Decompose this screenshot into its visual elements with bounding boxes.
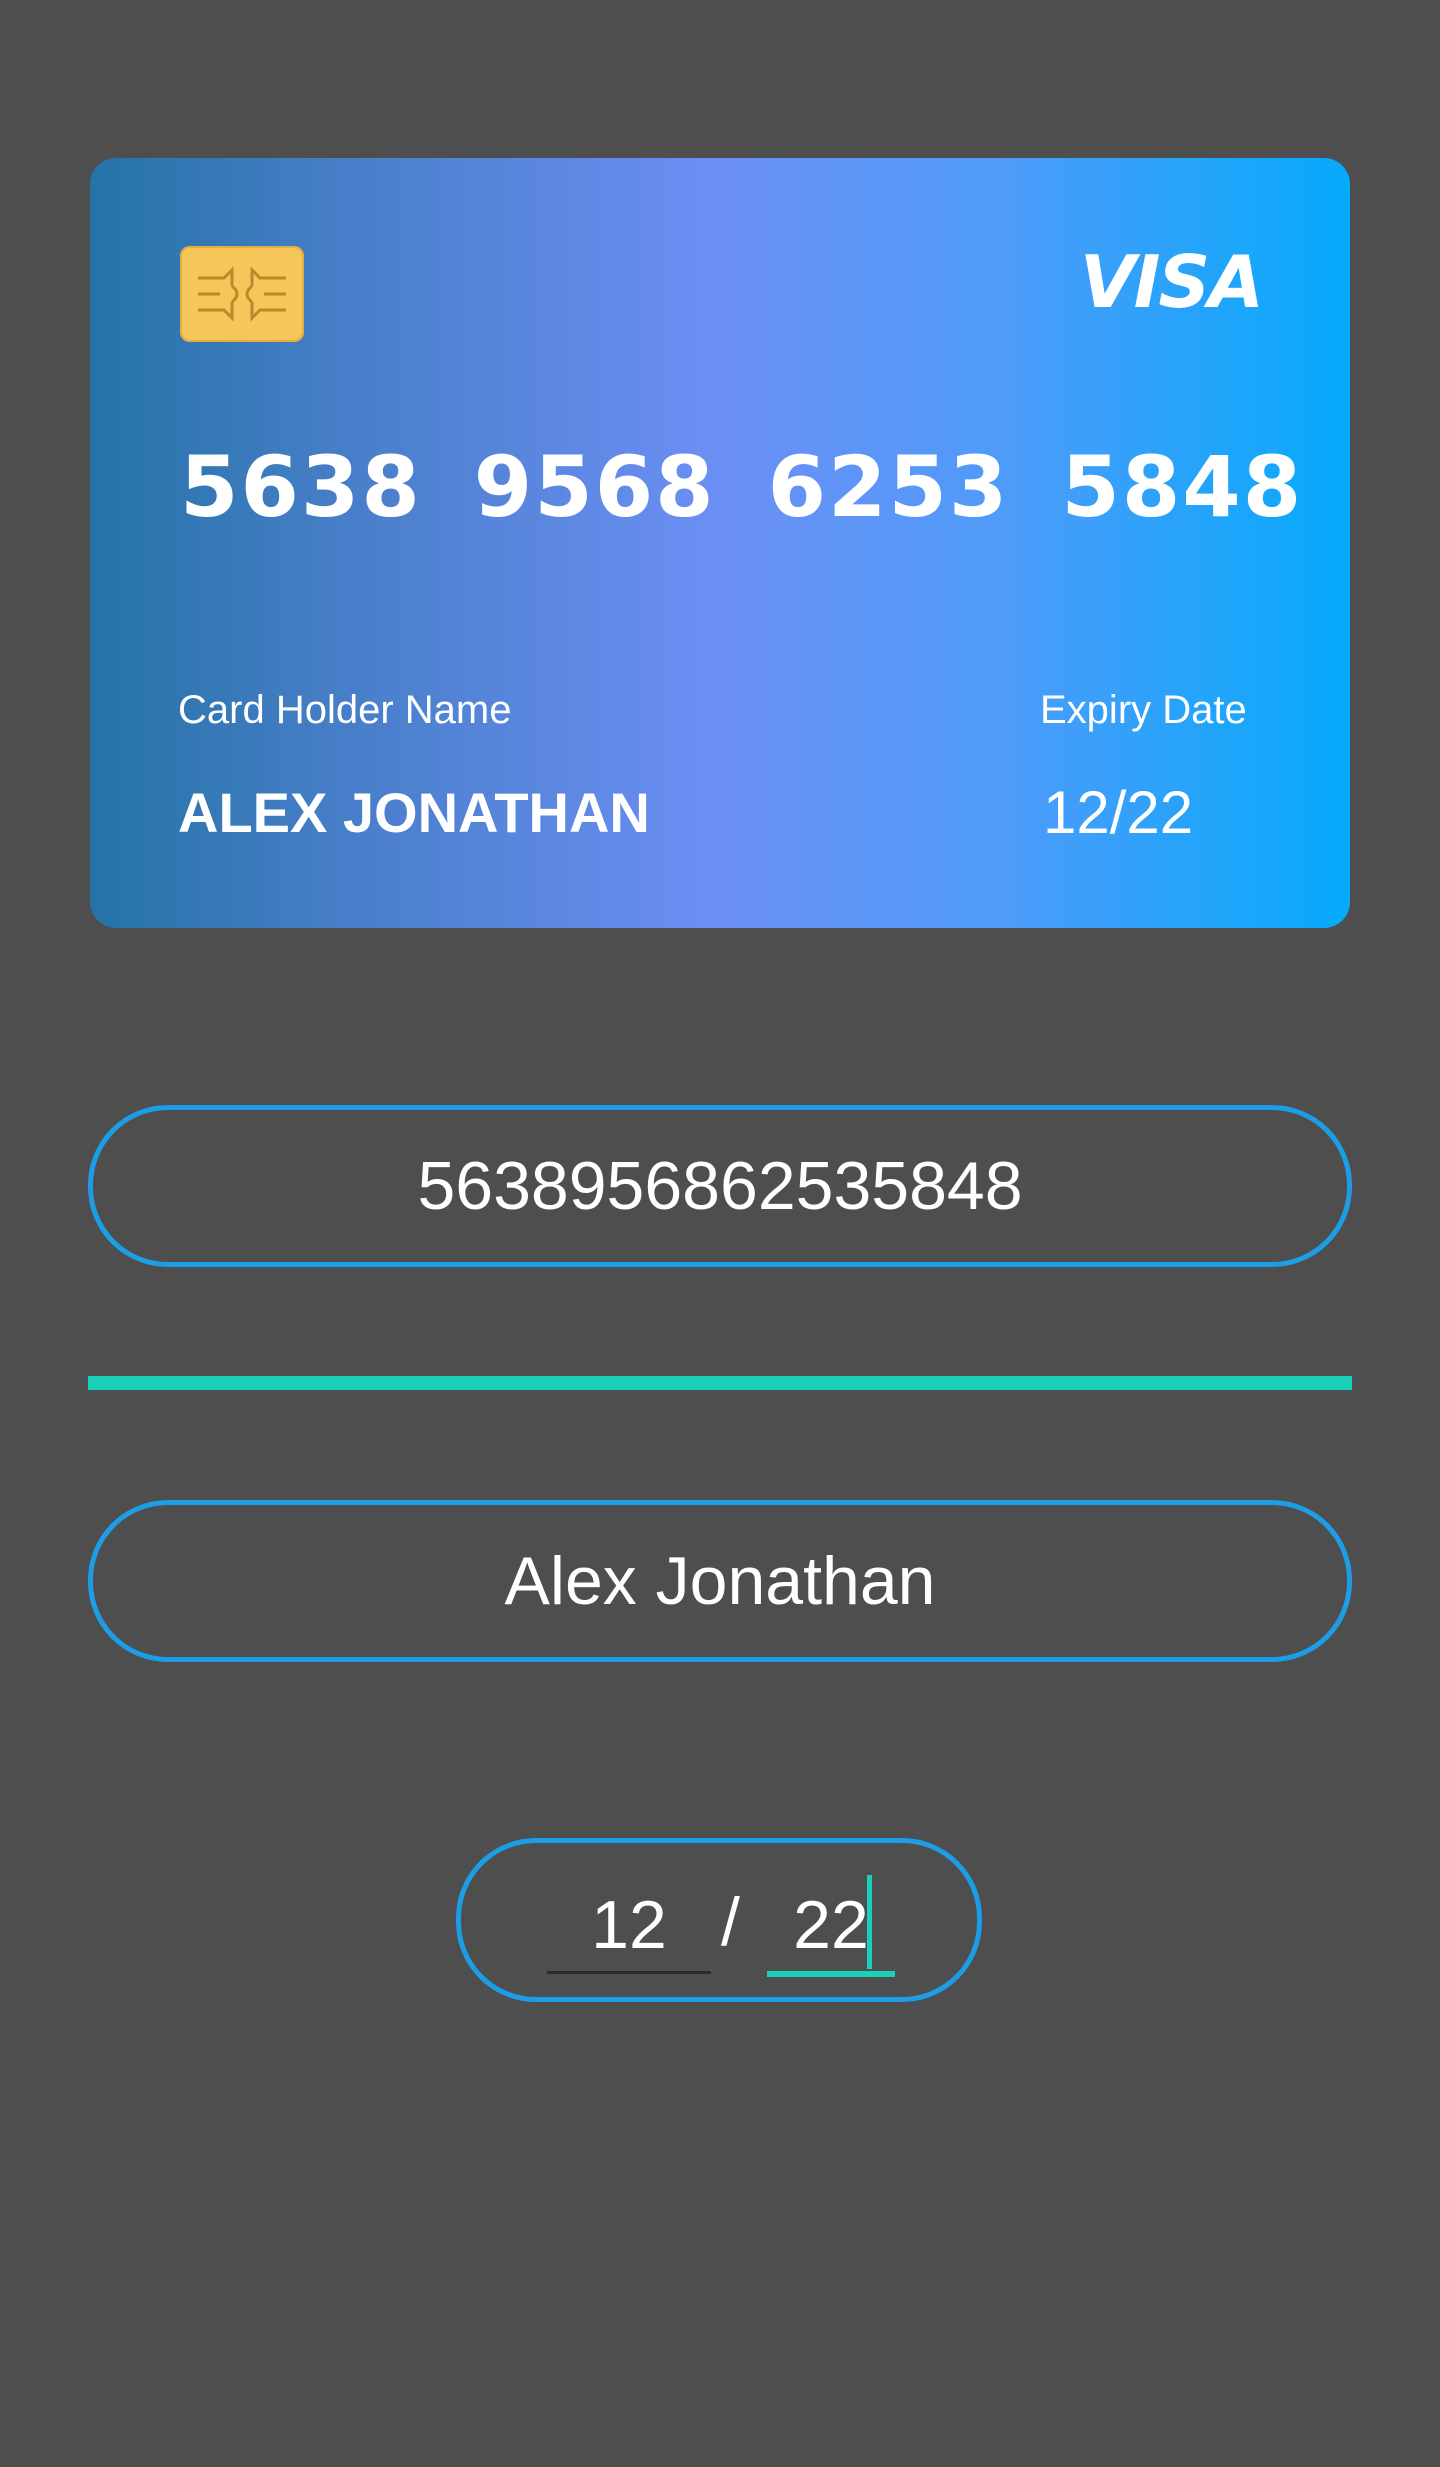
card-number-group: 9568 [473,438,716,536]
expiry-year-field[interactable] [767,1879,895,1977]
card-holder-name: ALEX JONATHAN [178,781,650,844]
expiry-month-input[interactable] [547,1886,711,1964]
expiry-month-field[interactable] [547,1879,711,1974]
card-number-display: 5638 9568 6253 5848 [180,438,1303,536]
expiry-date-value: 12/22 [1043,779,1194,846]
card-holder-label: Card Holder Name [178,688,512,732]
card-holder-field[interactable] [88,1500,1352,1662]
card-number-input[interactable] [93,1146,1347,1226]
chip-icon [180,246,304,342]
card-number-field[interactable] [88,1105,1352,1267]
card-holder-input[interactable] [93,1541,1347,1621]
expiry-date-field: / [456,1838,982,2002]
expiry-year-input[interactable] [767,1886,895,1964]
card-number-group: 5848 [1061,438,1304,536]
section-divider [88,1376,1352,1390]
text-cursor [867,1875,872,1969]
expiry-separator: / [721,1884,740,1960]
visa-logo: VISA [1079,240,1264,324]
credit-card-preview: VISA 5638 9568 6253 5848 Card Holder Nam… [90,158,1350,928]
card-number-group: 5638 [180,438,422,536]
card-number-group: 6253 [767,438,1010,536]
expiry-date-label: Expiry Date [1040,688,1247,732]
